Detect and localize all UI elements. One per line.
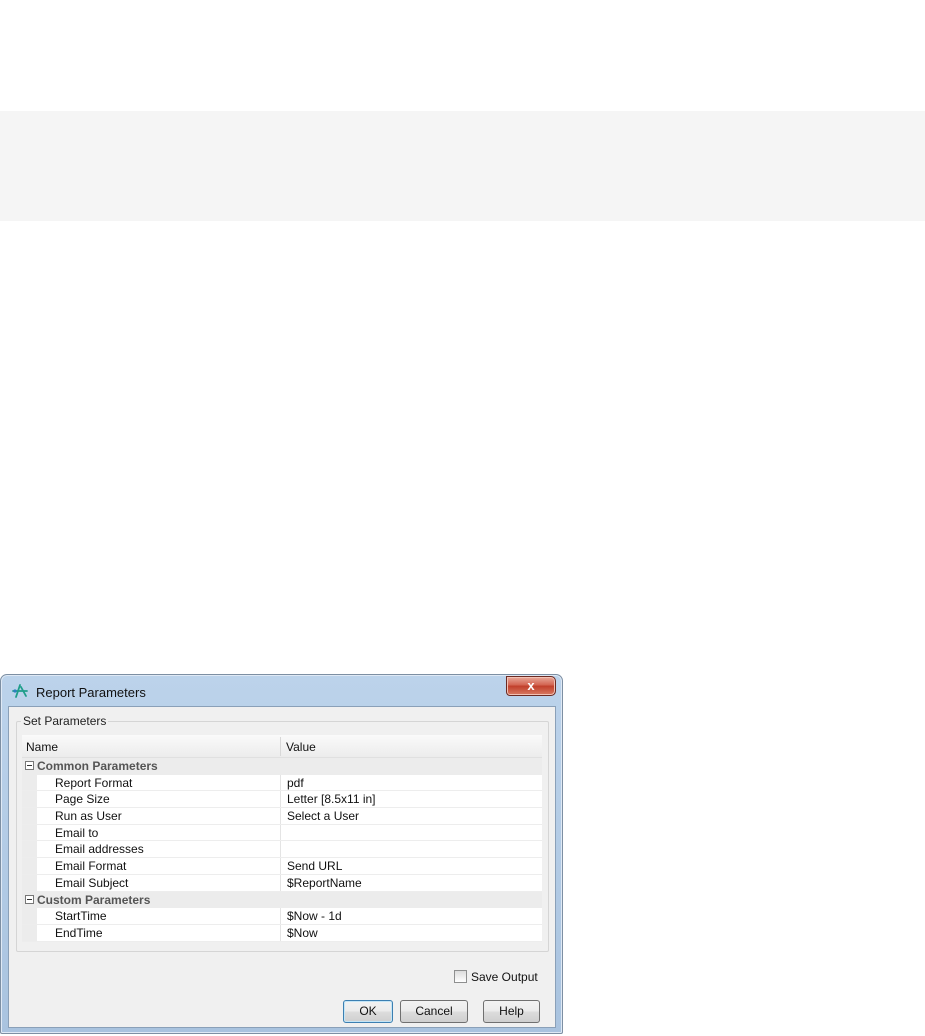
param-value[interactable] — [280, 824, 542, 841]
row-gutter — [22, 841, 37, 858]
report-app-icon — [12, 684, 28, 698]
param-name: Email Format — [55, 859, 127, 874]
param-row-end-time[interactable]: EndTime $Now — [22, 924, 542, 942]
param-value[interactable]: Select a User — [280, 808, 542, 824]
row-gutter — [22, 874, 37, 891]
category-label: Custom Parameters — [37, 892, 151, 907]
column-divider[interactable] — [280, 737, 281, 756]
category-label: Common Parameters — [37, 759, 158, 773]
param-value[interactable]: Letter [8.5x11 in] — [280, 791, 542, 808]
param-row-email-subject[interactable]: Email Subject $ReportName — [22, 874, 542, 892]
dialog-client-area: Set Parameters Name Value Common Paramet… — [8, 706, 556, 1028]
param-value[interactable]: pdf — [280, 774, 542, 791]
param-name: Run as User — [55, 809, 122, 824]
dialog-title: Report Parameters — [36, 685, 146, 700]
row-gutter — [22, 791, 37, 808]
category-row-common-parameters[interactable]: Common Parameters — [22, 758, 542, 775]
param-row-report-format[interactable]: Report Format pdf — [22, 774, 542, 792]
row-gutter — [22, 908, 37, 924]
param-name: Report Format — [55, 775, 133, 790]
param-value[interactable]: Send URL — [280, 858, 542, 874]
save-output-label: Save Output — [471, 969, 538, 984]
param-name: Email addresses — [55, 842, 144, 857]
close-button[interactable]: x — [506, 676, 556, 696]
close-icon: x — [527, 678, 535, 693]
param-name: Email Subject — [55, 875, 129, 890]
param-row-run-as-user[interactable]: Run as User Select a User — [22, 808, 542, 825]
group-legend: Set Parameters — [21, 714, 109, 728]
param-row-email-addresses[interactable]: Email addresses — [22, 841, 542, 859]
param-value[interactable]: $Now — [280, 924, 542, 941]
row-gutter — [22, 824, 37, 841]
ok-button[interactable]: OK — [343, 1000, 393, 1023]
param-value[interactable]: $ReportName — [280, 874, 542, 891]
row-gutter — [22, 808, 37, 824]
param-row-email-to[interactable]: Email to — [22, 824, 542, 842]
param-name: Email to — [55, 825, 99, 840]
category-row-custom-parameters[interactable]: Custom Parameters — [22, 891, 542, 909]
param-value[interactable]: $Now - 1d — [280, 908, 542, 924]
save-output-option[interactable]: Save Output — [454, 969, 538, 984]
param-name: EndTime — [55, 925, 103, 940]
save-output-checkbox[interactable] — [454, 970, 467, 984]
row-gutter — [22, 924, 37, 941]
collapse-minus-icon[interactable] — [25, 761, 34, 770]
top-banner-area — [0, 111, 925, 221]
param-row-page-size[interactable]: Page Size Letter [8.5x11 in] — [22, 791, 542, 809]
parameters-grid: Name Value Common Parameters Report Form… — [22, 735, 542, 942]
set-parameters-group: Set Parameters Name Value Common Paramet… — [16, 714, 549, 952]
title-bar[interactable]: Report Parameters x — [1, 675, 562, 707]
collapse-minus-icon[interactable] — [25, 894, 34, 904]
help-button[interactable]: Help — [483, 1000, 540, 1023]
param-row-start-time[interactable]: StartTime $Now - 1d — [22, 908, 542, 925]
param-row-email-format[interactable]: Email Format Send URL — [22, 858, 542, 875]
column-header-value[interactable]: Value — [286, 740, 316, 754]
report-parameters-dialog: Report Parameters x Set Parameters Name … — [0, 674, 563, 1034]
grid-header: Name Value — [22, 735, 542, 758]
cancel-button[interactable]: Cancel — [400, 1000, 468, 1023]
column-header-name[interactable]: Name — [26, 740, 58, 754]
row-gutter — [22, 858, 37, 874]
param-name: Page Size — [55, 792, 110, 807]
param-value[interactable] — [280, 841, 542, 858]
param-name: StartTime — [55, 909, 107, 924]
row-gutter — [22, 774, 37, 791]
